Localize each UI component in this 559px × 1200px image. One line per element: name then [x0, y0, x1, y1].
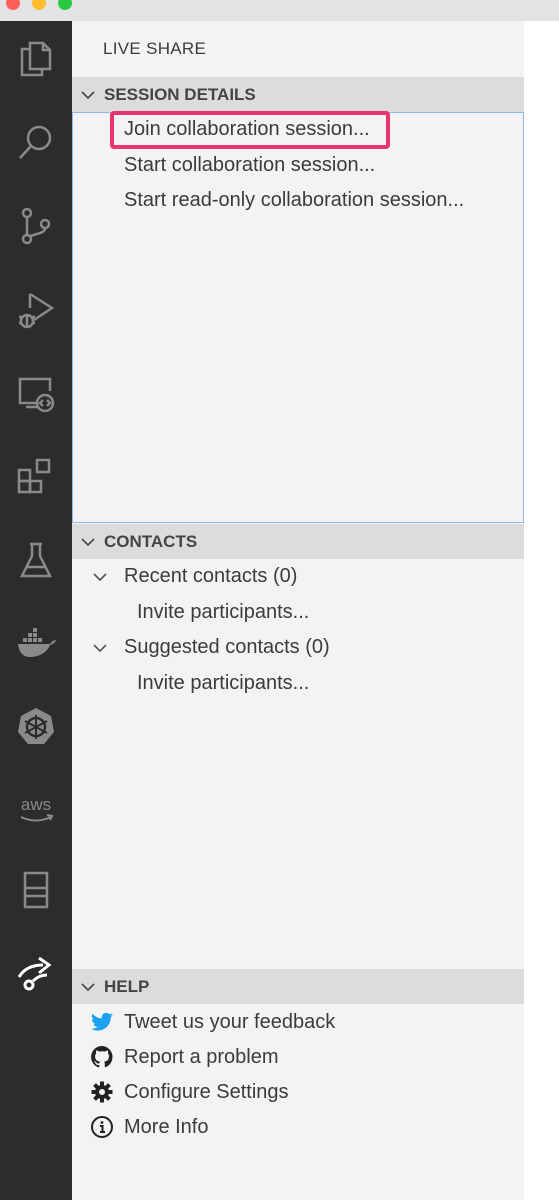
contacts-header[interactable]: CONTACTS: [72, 524, 524, 559]
activity-bar: aws: [0, 21, 72, 1200]
join-session-item[interactable]: Join collaboration session...: [124, 118, 370, 141]
github-icon: [89, 1044, 115, 1070]
recent-contacts-label: Recent contacts (0): [124, 565, 298, 587]
gear-icon: [89, 1079, 115, 1105]
session-details-title: SESSION DETAILS: [104, 84, 256, 104]
recent-invite-participants[interactable]: Invite participants...: [137, 601, 309, 624]
chevron-down-icon: [92, 569, 112, 585]
testing-icon[interactable]: [12, 536, 60, 584]
chevron-down-icon: [80, 87, 100, 103]
start-session-item[interactable]: Start collaboration session...: [124, 154, 375, 177]
source-control-icon[interactable]: [12, 202, 60, 250]
more-info-item[interactable]: More Info: [89, 1114, 208, 1140]
view-title: LIVE SHARE: [103, 39, 207, 58]
docker-icon[interactable]: [12, 619, 60, 667]
window-titlebar: [0, 0, 559, 21]
tweet-feedback-label: Tweet us your feedback: [124, 1010, 336, 1033]
report-problem-label: Report a problem: [124, 1045, 279, 1068]
help-header[interactable]: HELP: [72, 969, 524, 1004]
help-title: HELP: [104, 976, 150, 996]
live-share-icon[interactable]: [12, 949, 60, 997]
run-debug-icon[interactable]: [12, 286, 60, 334]
chevron-down-icon: [92, 640, 112, 656]
search-icon[interactable]: [12, 118, 60, 166]
configure-settings-label: Configure Settings: [124, 1080, 289, 1103]
extensions-icon[interactable]: [12, 452, 60, 500]
chevron-down-icon: [80, 979, 100, 995]
minimize-window-button[interactable]: [32, 0, 46, 10]
live-share-sidebar: LIVE SHARE SESSION DETAILS Join collabor…: [72, 21, 524, 1200]
contacts-title: CONTACTS: [104, 531, 198, 551]
tweet-feedback-item[interactable]: Tweet us your feedback: [89, 1009, 335, 1035]
explorer-icon[interactable]: [12, 35, 60, 83]
configure-settings-item[interactable]: Configure Settings: [89, 1079, 289, 1105]
aws-icon[interactable]: aws: [12, 786, 60, 834]
session-details-header[interactable]: SESSION DETAILS: [72, 77, 524, 112]
dock-icon[interactable]: [12, 866, 60, 914]
zoom-window-button[interactable]: [58, 0, 72, 10]
suggested-invite-participants[interactable]: Invite participants...: [137, 672, 309, 695]
report-problem-item[interactable]: Report a problem: [89, 1044, 279, 1070]
close-window-button[interactable]: [6, 0, 20, 10]
svg-text:aws: aws: [21, 795, 51, 814]
remote-explorer-icon[interactable]: [12, 369, 60, 417]
kubernetes-icon[interactable]: [12, 702, 60, 750]
suggested-contacts-node[interactable]: Suggested contacts (0): [92, 636, 330, 659]
info-icon: [89, 1114, 115, 1140]
start-readonly-session-item[interactable]: Start read-only collaboration session...: [124, 189, 464, 212]
chevron-down-icon: [80, 534, 100, 550]
more-info-label: More Info: [124, 1115, 209, 1138]
twitter-icon: [89, 1009, 115, 1035]
suggested-contacts-label: Suggested contacts (0): [124, 636, 330, 658]
editor-area: [524, 21, 559, 1200]
recent-contacts-node[interactable]: Recent contacts (0): [92, 565, 297, 588]
